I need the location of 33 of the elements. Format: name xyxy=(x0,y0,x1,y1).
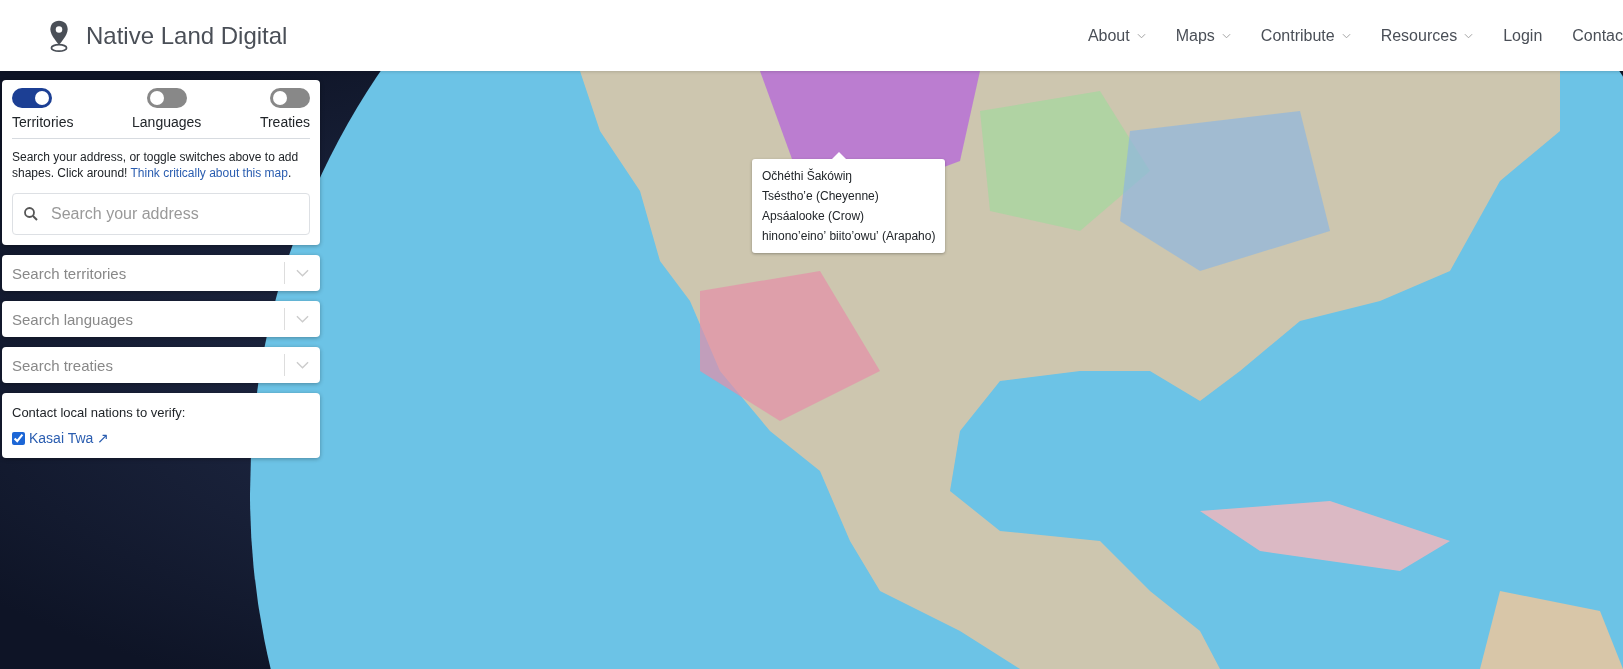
chevron-down-icon xyxy=(1341,32,1351,39)
chevron-down-icon xyxy=(1221,32,1231,39)
nav-link[interactable]: Contribute xyxy=(1260,26,1351,45)
site-title[interactable]: Native Land Digital xyxy=(86,21,288,50)
search-dropdown[interactable]: Search territories xyxy=(2,255,320,291)
search-dropdown[interactable]: Search languages xyxy=(2,301,320,337)
instructions-text: Search your address, or toggle switches above to add shapes. Click around! Think critically about this map. xyxy=(12,149,300,181)
search-dropdown[interactable]: Search treaties xyxy=(2,347,320,383)
checkbox[interactable] xyxy=(12,431,25,445)
chevron-down-icon xyxy=(1136,32,1146,39)
chevron-down-icon xyxy=(296,361,309,369)
map-info-link[interactable]: Think critically about this map xyxy=(130,166,288,180)
nation-name: hinonoʼeinoʼ biitoʼowuʼ (Arapaho) xyxy=(762,228,936,245)
nav-link[interactable]: Contac xyxy=(1572,26,1623,45)
toggle-label: Territories xyxy=(12,114,74,130)
nation-link[interactable]: Kasai Twa ↗ xyxy=(29,430,110,446)
chevron-down-icon xyxy=(1464,32,1474,39)
chevron-down-icon xyxy=(296,269,309,277)
toggle-switch[interactable] xyxy=(270,88,310,108)
verify-title: Contact local nations to verify: xyxy=(12,405,187,420)
toggle-label: Treaties xyxy=(259,114,310,130)
nation-name: Očhéthi Šakówiŋ xyxy=(762,167,854,185)
nav-link[interactable]: Login xyxy=(1503,26,1543,45)
nav-link[interactable]: Maps xyxy=(1175,26,1231,45)
toggle-label: Languages xyxy=(132,114,202,130)
nav-link[interactable]: Resources xyxy=(1380,26,1474,45)
toggle-switch[interactable] xyxy=(12,88,52,108)
nation-name: Tsésthoʼe (Cheyenne) xyxy=(762,188,880,205)
nav-link[interactable]: About xyxy=(1087,26,1146,45)
chevron-down-icon xyxy=(296,315,309,323)
address-search-field[interactable]: Search your address xyxy=(12,193,310,235)
toggle-switch[interactable] xyxy=(146,88,187,108)
nation-name: Apsáalooke (Crow) xyxy=(762,208,866,225)
